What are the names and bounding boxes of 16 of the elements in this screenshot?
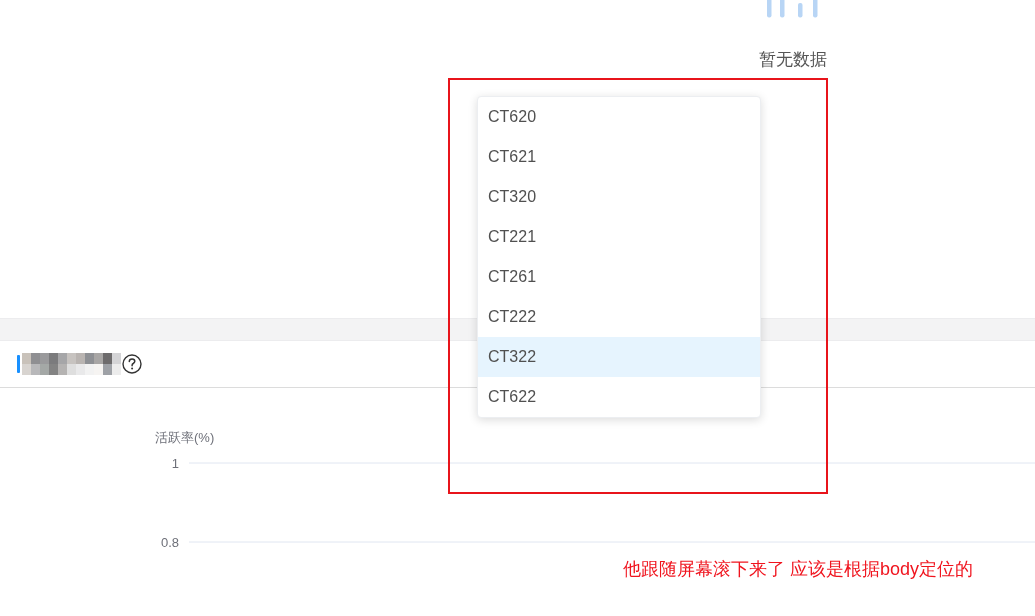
dropdown-option[interactable]: CT320 (478, 177, 760, 217)
dropdown-option[interactable]: CT322 (478, 337, 760, 377)
dropdown-option[interactable]: CT221 (478, 217, 760, 257)
empty-state-message: 暂无数据 (758, 49, 827, 71)
dropdown-option[interactable]: CT621 (478, 137, 760, 177)
y-axis-title: 活跃率(%) (155, 430, 215, 445)
dropdown-option[interactable]: CT622 (478, 377, 760, 417)
dropdown-option[interactable]: CT222 (478, 297, 760, 337)
annotation-note: 他跟随屏幕滚下来了 应该是根据body定位的 (623, 559, 974, 579)
y-tick-label: 1 (171, 456, 179, 471)
bar-chart-icon (767, 0, 818, 18)
title-accent-bar (17, 355, 20, 373)
dropdown-option[interactable]: CT261 (478, 257, 760, 297)
help-icon[interactable] (122, 354, 142, 374)
dropdown-option[interactable]: CT620 (478, 97, 760, 137)
y-tick-label: 0.8 (160, 535, 179, 550)
